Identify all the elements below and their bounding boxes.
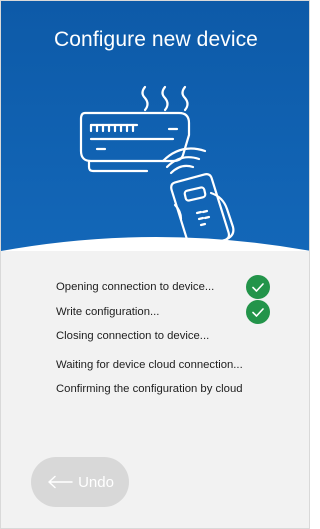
- page-title: Configure new device: [54, 28, 258, 51]
- undo-label: Undo: [78, 473, 114, 491]
- undo-button[interactable]: Undo: [31, 457, 129, 507]
- heat-waves-icon: [141, 85, 189, 112]
- checkmark-icon: [246, 299, 270, 324]
- step-label: Closing connection to device...: [56, 330, 210, 342]
- step-label: Opening connection to device...: [56, 281, 215, 293]
- checkmark-icon: [246, 275, 270, 299]
- phone-in-hand-icon: [170, 173, 235, 245]
- header-banner: Configure new device: [1, 1, 309, 261]
- list-item: Closing connection to device...: [56, 327, 296, 352]
- list-item: Write configuration...: [56, 299, 296, 328]
- progress-panel: Opening connection to device... Write co…: [1, 251, 309, 528]
- step-label: Waiting for device cloud connection...: [56, 358, 243, 371]
- list-item: Waiting for device cloud connection...: [56, 356, 296, 381]
- list-item: Confirming the configuration by cloud: [56, 380, 296, 405]
- progress-steps-list: Opening connection to device... Write co…: [56, 275, 296, 405]
- device-config-illustration: [79, 85, 235, 245]
- configure-device-screen: Configure new device Opening connection …: [0, 0, 310, 529]
- step-label: Write configuration...: [56, 305, 160, 318]
- arrow-left-icon: [48, 475, 73, 489]
- step-label: Confirming the configuration by cloud: [56, 383, 243, 395]
